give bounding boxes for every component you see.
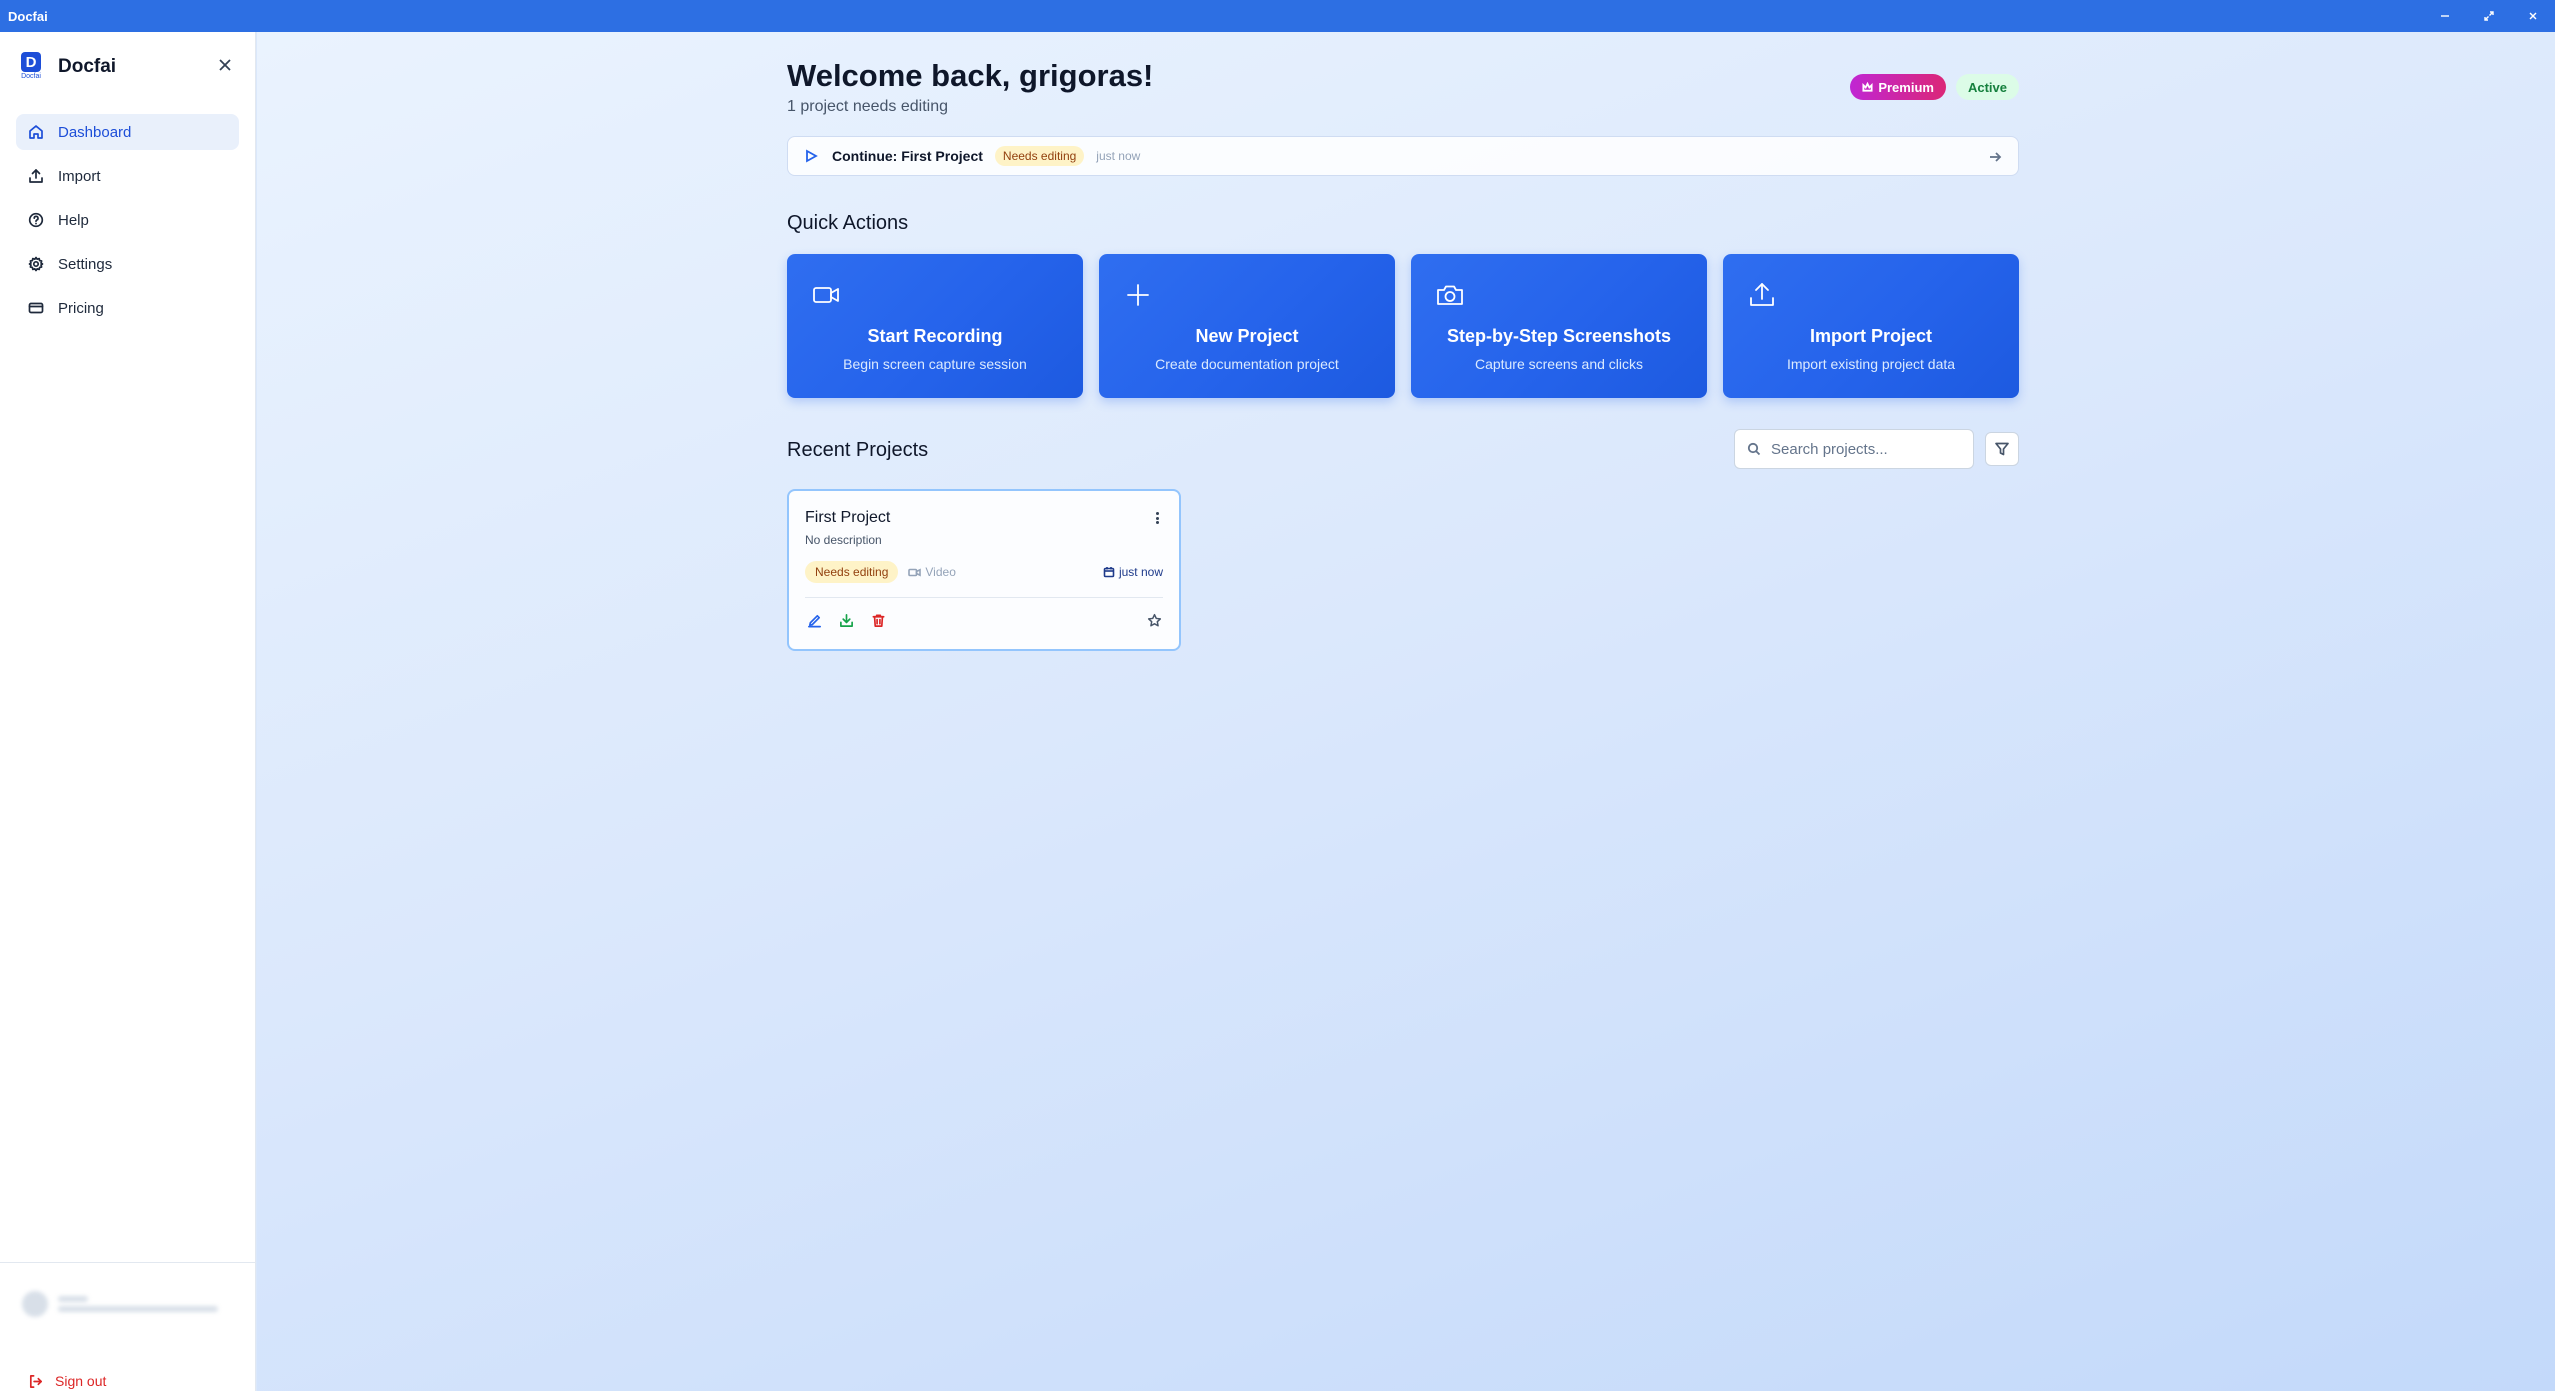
card-title: Step-by-Step Screenshots — [1446, 326, 1672, 346]
continue-time: just now — [1096, 149, 1141, 163]
favorite-button[interactable] — [1145, 611, 1163, 629]
card-title: Start Recording — [867, 326, 1003, 346]
project-actions — [805, 611, 887, 629]
logo-icon: D Docfai — [18, 52, 44, 82]
status-badge: Needs editing — [805, 561, 899, 583]
maximize-icon — [2484, 11, 2494, 21]
camera-icon — [1437, 285, 1463, 305]
sidebar-item-label: Dashboard — [58, 123, 132, 141]
sidebar-nav: Dashboard Import Help Settings Pricing — [16, 114, 239, 334]
close-sidebar-button[interactable] — [214, 54, 236, 76]
window-title: Docfai — [8, 8, 48, 24]
continue-project-bar[interactable]: Continue: First Project Needs editing ju… — [787, 136, 2019, 176]
main-area: Welcome back, grigoras! 1 project needs … — [257, 32, 2555, 1391]
window-controls — [2423, 0, 2555, 32]
new-project-card[interactable]: New Project Create documentation project — [1099, 254, 1395, 398]
project-name[interactable]: First Project — [805, 509, 890, 527]
project-meta: Needs editing Video — [805, 561, 956, 583]
sidebar-footer: Sign out — [0, 1262, 256, 1389]
sidebar-item-label: Import — [58, 167, 101, 185]
sign-out-label: Sign out — [55, 1373, 107, 1389]
brand[interactable]: D Docfai Docfai — [18, 52, 116, 82]
card-divider — [805, 597, 1163, 598]
close-window-button[interactable] — [2511, 0, 2555, 32]
brand-name: Docfai — [58, 56, 117, 77]
sidebar-item-dashboard[interactable]: Dashboard — [16, 114, 239, 150]
sidebar-item-label: Help — [58, 211, 89, 229]
gear-icon — [28, 256, 44, 272]
download-icon — [839, 613, 853, 627]
avatar — [22, 1291, 48, 1317]
project-type-label: Video — [925, 565, 956, 579]
trash-icon — [872, 614, 884, 627]
start-recording-card[interactable]: Start Recording Begin screen capture ses… — [787, 254, 1083, 398]
sidebar-item-label: Settings — [58, 255, 113, 273]
more-options-button[interactable] — [1149, 509, 1165, 527]
close-icon — [2529, 12, 2537, 20]
search-icon — [1747, 442, 1761, 456]
help-circle-icon — [28, 212, 44, 228]
card-title: New Project — [1195, 326, 1299, 346]
upload-icon — [1750, 283, 1774, 306]
logo-letter: D — [21, 52, 41, 72]
sign-out-button[interactable]: Sign out — [28, 1373, 106, 1389]
filter-icon — [1995, 442, 2009, 456]
project-card[interactable]: First Project No description Needs editi… — [787, 489, 1181, 651]
video-camera-icon — [908, 568, 922, 576]
project-type: Video — [908, 565, 956, 579]
plus-icon — [1127, 284, 1149, 306]
close-icon — [219, 59, 231, 71]
log-out-icon — [29, 1374, 42, 1388]
pencil-icon — [807, 614, 821, 627]
minimize-icon — [2441, 15, 2449, 17]
sidebar-item-label: Pricing — [58, 299, 104, 317]
page-title: Welcome back, grigoras! — [787, 58, 1154, 93]
card-subtitle: Capture screens and clicks — [1474, 356, 1644, 372]
recent-projects-title: Recent Projects — [787, 439, 929, 461]
star-icon — [1147, 613, 1161, 627]
delete-button[interactable] — [869, 611, 887, 629]
minimize-button[interactable] — [2423, 0, 2467, 32]
quick-actions-grid: Start Recording Begin screen capture ses… — [787, 254, 2019, 398]
play-icon — [806, 149, 818, 163]
calendar-icon — [1103, 567, 1115, 578]
card-subtitle: Import existing project data — [1786, 356, 1956, 372]
search-input[interactable] — [1771, 440, 1961, 458]
arrow-right-icon — [1990, 152, 2002, 162]
sidebar-item-help[interactable]: Help — [16, 202, 239, 238]
sidebar: D Docfai Docfai Dashboard Import Help Se… — [0, 32, 256, 1391]
premium-badge: Premium — [1850, 74, 1946, 100]
sidebar-item-import[interactable]: Import — [16, 158, 239, 194]
premium-label: Premium — [1878, 79, 1934, 95]
window-titlebar: Docfai — [0, 0, 2555, 32]
video-camera-icon — [813, 287, 839, 303]
maximize-button[interactable] — [2467, 0, 2511, 32]
project-date-label: just now — [1118, 565, 1163, 579]
credit-card-icon — [28, 302, 44, 314]
card-subtitle: Create documentation project — [1155, 356, 1339, 372]
sidebar-item-settings[interactable]: Settings — [16, 246, 239, 282]
project-date: just now — [1103, 565, 1163, 579]
page-subtitle: 1 project needs editing — [787, 98, 948, 115]
import-project-card[interactable]: Import Project Import existing project d… — [1723, 254, 2019, 398]
download-button[interactable] — [837, 611, 855, 629]
logo-subtext: Docfai — [21, 73, 41, 80]
status-badge: Needs editing — [994, 146, 1085, 166]
continue-label: Continue: First Project — [832, 148, 983, 164]
user-profile-blurred[interactable] — [22, 1291, 218, 1317]
status-badges: Premium Active — [1850, 74, 2019, 100]
edit-button[interactable] — [805, 611, 823, 629]
crown-icon — [1862, 81, 1873, 92]
card-title: Import Project — [1809, 326, 1933, 346]
upload-icon — [29, 169, 43, 183]
quick-actions-title: Quick Actions — [787, 212, 909, 234]
home-icon — [29, 125, 43, 139]
card-subtitle: Begin screen capture session — [843, 356, 1027, 372]
screenshots-card[interactable]: Step-by-Step Screenshots Capture screens… — [1411, 254, 1707, 398]
filter-button[interactable] — [1985, 432, 2019, 466]
active-badge: Active — [1955, 74, 2019, 100]
search-box — [1734, 429, 1974, 469]
sidebar-item-pricing[interactable]: Pricing — [16, 290, 239, 326]
project-description: No description — [805, 533, 882, 547]
